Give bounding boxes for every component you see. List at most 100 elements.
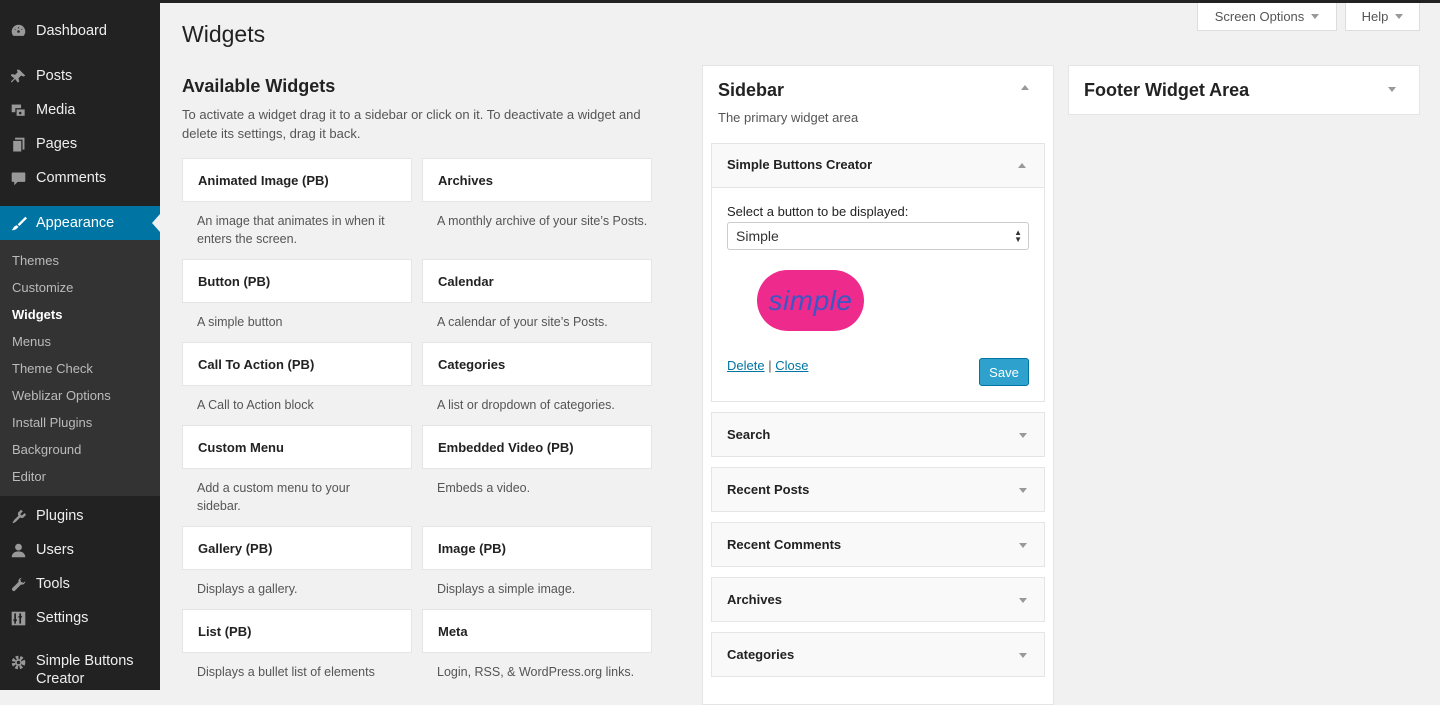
widget-description: Displays a simple image. bbox=[437, 582, 576, 596]
widget-title: Recent Comments bbox=[727, 537, 842, 552]
widget-description: Login, RSS, & WordPress.org links. bbox=[437, 665, 635, 679]
submenu-item-weblizar-options[interactable]: Weblizar Options bbox=[12, 388, 111, 403]
submenu-item-themes[interactable]: Themes bbox=[12, 253, 59, 268]
wrench-icon bbox=[9, 575, 27, 593]
submenu-item-background[interactable]: Background bbox=[12, 442, 81, 457]
help-label: Help bbox=[1361, 9, 1389, 24]
widget-meta[interactable]: Meta bbox=[422, 609, 652, 653]
menu-label: Media bbox=[36, 102, 76, 118]
chevron-down-icon bbox=[1311, 14, 1320, 19]
button-select-value: Simple bbox=[736, 228, 779, 244]
widget-description: Displays a gallery. bbox=[197, 582, 298, 596]
chevron-down-icon[interactable] bbox=[1388, 87, 1396, 92]
help-button[interactable]: Help bbox=[1345, 3, 1420, 31]
delete-link[interactable]: Delete bbox=[727, 358, 765, 373]
widget-gallery[interactable]: Gallery (PB) bbox=[182, 526, 412, 570]
sidebar-widget-categories[interactable]: Categories bbox=[711, 632, 1045, 677]
available-widgets-title: Available Widgets bbox=[182, 76, 336, 96]
menu-item-dashboard[interactable]: Dashboard bbox=[0, 14, 160, 48]
widget-archives[interactable]: Archives bbox=[422, 158, 652, 202]
menu-label: Posts bbox=[36, 68, 73, 84]
plugin-icon bbox=[9, 507, 27, 525]
widget-title: Archives bbox=[727, 592, 782, 607]
gear-icon bbox=[9, 653, 27, 671]
menu-item-simple-buttons-creator[interactable]: Simple Buttons Creator bbox=[0, 650, 160, 690]
submenu-item-customize[interactable]: Customize bbox=[12, 280, 73, 295]
pages-icon bbox=[9, 135, 27, 153]
menu-label: Settings bbox=[36, 610, 89, 626]
widget-description: A simple button bbox=[197, 315, 283, 329]
menu-item-plugins[interactable]: Plugins bbox=[0, 499, 160, 533]
submenu-item-menus[interactable]: Menus bbox=[12, 334, 51, 349]
menu-item-users[interactable]: Users bbox=[0, 533, 160, 567]
menu-item-comments[interactable]: Comments bbox=[0, 161, 160, 195]
menu-label: Users bbox=[36, 542, 74, 558]
widget-description: An image that animates in when it enters… bbox=[197, 214, 385, 246]
submenu-item-widgets[interactable]: Widgets bbox=[12, 307, 62, 322]
chevron-up-icon[interactable] bbox=[1021, 85, 1029, 90]
widget-description: A calendar of your site’s Posts. bbox=[437, 315, 608, 329]
submenu-item-editor[interactable]: Editor bbox=[12, 469, 46, 484]
widget-call-to-action[interactable]: Call To Action (PB) bbox=[182, 342, 412, 386]
widget-list[interactable]: List (PB) bbox=[182, 609, 412, 653]
available-widgets-description: To activate a widget drag it to a sideba… bbox=[182, 107, 641, 141]
menu-item-posts[interactable]: Posts bbox=[0, 59, 160, 93]
menu-item-settings[interactable]: Settings bbox=[0, 601, 160, 635]
widget-description: Displays a bullet list of elements bbox=[197, 665, 375, 679]
widget-title: Search bbox=[727, 427, 771, 442]
widget-calendar[interactable]: Calendar bbox=[422, 259, 652, 303]
widget-actions: Delete | Close bbox=[727, 358, 808, 373]
chevron-down-icon[interactable] bbox=[1019, 488, 1027, 493]
simple-buttons-creator-title: Simple Buttons Creator bbox=[727, 157, 873, 172]
sidebar-widget-search[interactable]: Search bbox=[711, 412, 1045, 457]
dashboard-icon bbox=[9, 22, 27, 40]
media-icon bbox=[9, 101, 27, 119]
chevron-down-icon[interactable] bbox=[1019, 433, 1027, 438]
brush-icon bbox=[9, 214, 27, 232]
widget-title: Categories bbox=[727, 647, 795, 662]
button-preview-text: simple bbox=[768, 284, 853, 316]
widget-description: A Call to Action block bbox=[197, 398, 314, 412]
appearance-submenu: Themes Customize Widgets Menus Theme Che… bbox=[0, 240, 160, 496]
button-preview: simple bbox=[757, 270, 864, 331]
widget-description: A list or dropdown of categories. bbox=[437, 398, 615, 412]
submenu-item-theme-check[interactable]: Theme Check bbox=[12, 361, 93, 376]
chevron-down-icon[interactable] bbox=[1019, 543, 1027, 548]
pin-icon bbox=[9, 67, 27, 85]
widget-title: Recent Posts bbox=[727, 482, 810, 497]
widget-image[interactable]: Image (PB) bbox=[422, 526, 652, 570]
widget-description: Embeds a video. bbox=[437, 481, 531, 495]
admin-menu-lower: Plugins Users Tools Settings Simple Butt… bbox=[0, 496, 160, 690]
sidebar-widget-recent-comments[interactable]: Recent Comments bbox=[711, 522, 1045, 567]
select-arrows-icon: ▲ ▼ bbox=[1014, 228, 1022, 244]
sidebar-widget-recent-posts[interactable]: Recent Posts bbox=[711, 467, 1045, 512]
menu-label: Tools bbox=[36, 576, 70, 592]
widget-animated-image[interactable]: Animated Image (PB) bbox=[182, 158, 412, 202]
page-title: Widgets bbox=[182, 21, 266, 47]
widget-embedded-video[interactable]: Embedded Video (PB) bbox=[422, 425, 652, 469]
widget-description: Add a custom menu to your sidebar. bbox=[197, 481, 350, 513]
menu-item-media[interactable]: Media bbox=[0, 93, 160, 127]
widget-custom-menu[interactable]: Custom Menu bbox=[182, 425, 412, 469]
settings-icon bbox=[9, 609, 27, 627]
save-button[interactable]: Save bbox=[979, 358, 1029, 386]
sidebar-widget-archives[interactable]: Archives bbox=[711, 577, 1045, 622]
sidebar-area-title[interactable]: Sidebar bbox=[718, 80, 784, 101]
chevron-up-icon[interactable] bbox=[1018, 163, 1026, 168]
widget-button[interactable]: Button (PB) bbox=[182, 259, 412, 303]
submenu-item-install-plugins[interactable]: Install Plugins bbox=[12, 415, 92, 430]
screen-options-button[interactable]: Screen Options bbox=[1197, 3, 1337, 31]
chevron-down-icon[interactable] bbox=[1019, 598, 1027, 603]
widget-categories[interactable]: Categories bbox=[422, 342, 652, 386]
chevron-down-icon[interactable] bbox=[1019, 653, 1027, 658]
menu-label: Simple Buttons Creator bbox=[36, 653, 134, 687]
button-select[interactable]: Simple ▲ ▼ bbox=[727, 222, 1029, 250]
close-link[interactable]: Close bbox=[775, 358, 808, 373]
menu-label: Appearance bbox=[36, 215, 115, 231]
menu-item-pages[interactable]: Pages bbox=[0, 127, 160, 161]
comment-icon bbox=[9, 169, 27, 187]
menu-item-tools[interactable]: Tools bbox=[0, 567, 160, 601]
user-icon bbox=[9, 541, 27, 559]
menu-item-appearance[interactable]: Appearance bbox=[0, 206, 160, 240]
menu-label: Dashboard bbox=[36, 23, 107, 39]
